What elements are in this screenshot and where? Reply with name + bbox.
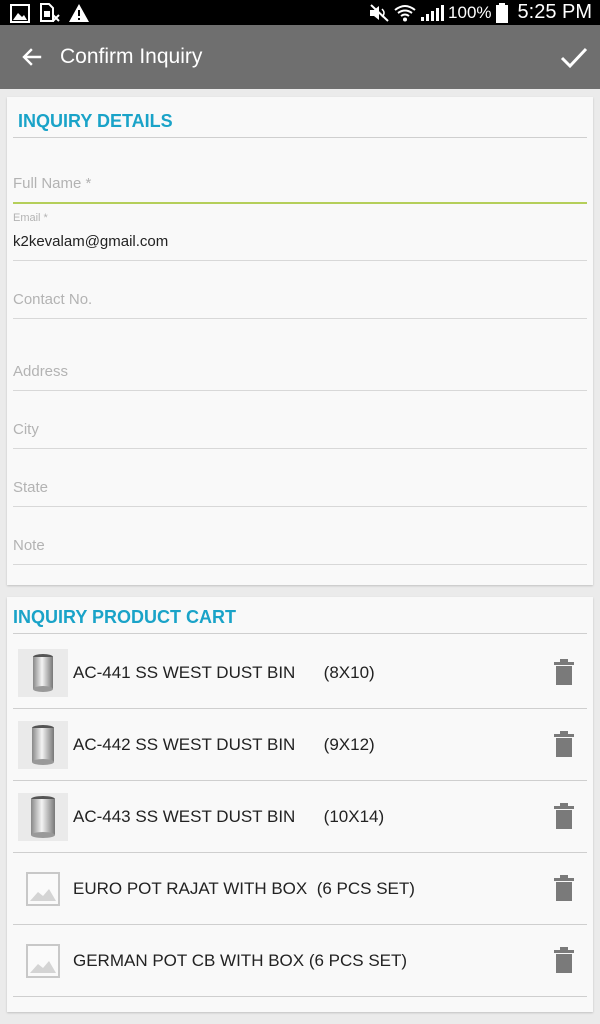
note-underline [13,564,587,565]
gallery-icon [10,3,30,23]
list-item[interactable]: EURO POT RAJAT WITH BOX (6 PCS SET) [13,853,587,925]
inquiry-details-card: INQUIRY DETAILS Full Name * Email * k2ke… [7,97,593,585]
trash-icon[interactable] [553,947,575,973]
battery-percent: 100% [448,3,492,22]
app-bar: Confirm Inquiry [0,25,600,89]
product-name: GERMAN POT CB WITH BOX (6 PCS SET) [73,951,408,970]
contact-underline [13,318,587,319]
state-underline [13,506,587,507]
warning-icon [69,4,89,22]
divider [13,137,587,138]
page-title: Confirm Inquiry [60,45,203,68]
mute-icon [370,3,389,22]
list-item[interactable]: AC-442 SS WEST DUST BIN (9X12) [13,709,587,781]
status-bar: 100% 5:25 PM [0,0,600,25]
product-name: AC-443 SS WEST DUST BIN (10X14) [73,807,385,826]
clock: 5:25 PM [517,1,592,23]
list-item[interactable]: AC-441 SS WEST DUST BIN (8X10) [13,637,587,709]
full-name-underline [13,202,587,204]
battery-icon [495,2,508,23]
product-thumbnail [18,649,68,697]
divider [13,633,587,634]
email-label: Email * [13,212,48,224]
city-underline [13,448,587,449]
product-name: AC-442 SS WEST DUST BIN (9X12) [73,735,375,754]
trash-icon[interactable] [553,659,575,685]
image-placeholder-icon [26,872,60,906]
note-field[interactable]: Note [13,537,45,554]
address-underline [13,390,587,391]
product-name: EURO POT RAJAT WITH BOX (6 PCS SET) [73,879,415,898]
address-field[interactable]: Address [13,363,68,380]
trash-icon[interactable] [553,731,575,757]
product-name: AC-441 SS WEST DUST BIN (8X10) [73,663,375,682]
arrow-left-icon[interactable] [18,43,46,71]
inquiry-cart-card: INQUIRY PRODUCT CART AC-441 SS WEST DUST… [7,597,593,1012]
trash-icon[interactable] [553,875,575,901]
product-thumbnail [18,721,68,769]
inquiry-details-title: INQUIRY DETAILS [18,111,173,131]
full-name-field[interactable]: Full Name * [13,175,91,192]
email-field[interactable]: k2kevalam@gmail.com [13,233,168,250]
check-icon[interactable] [558,41,590,73]
wifi-icon [394,4,416,21]
city-field[interactable]: City [13,421,39,438]
email-underline [13,260,587,261]
list-item[interactable]: GERMAN POT CB WITH BOX (6 PCS SET) [13,925,587,997]
inquiry-cart-title: INQUIRY PRODUCT CART [13,607,237,627]
image-placeholder-icon [26,944,60,978]
contact-field[interactable]: Contact No. [13,291,92,308]
trash-icon[interactable] [553,803,575,829]
sim-x-icon [40,3,60,22]
state-field[interactable]: State [13,479,48,496]
signal-icon [421,4,445,21]
product-thumbnail [18,793,68,841]
list-item[interactable]: AC-443 SS WEST DUST BIN (10X14) [13,781,587,853]
